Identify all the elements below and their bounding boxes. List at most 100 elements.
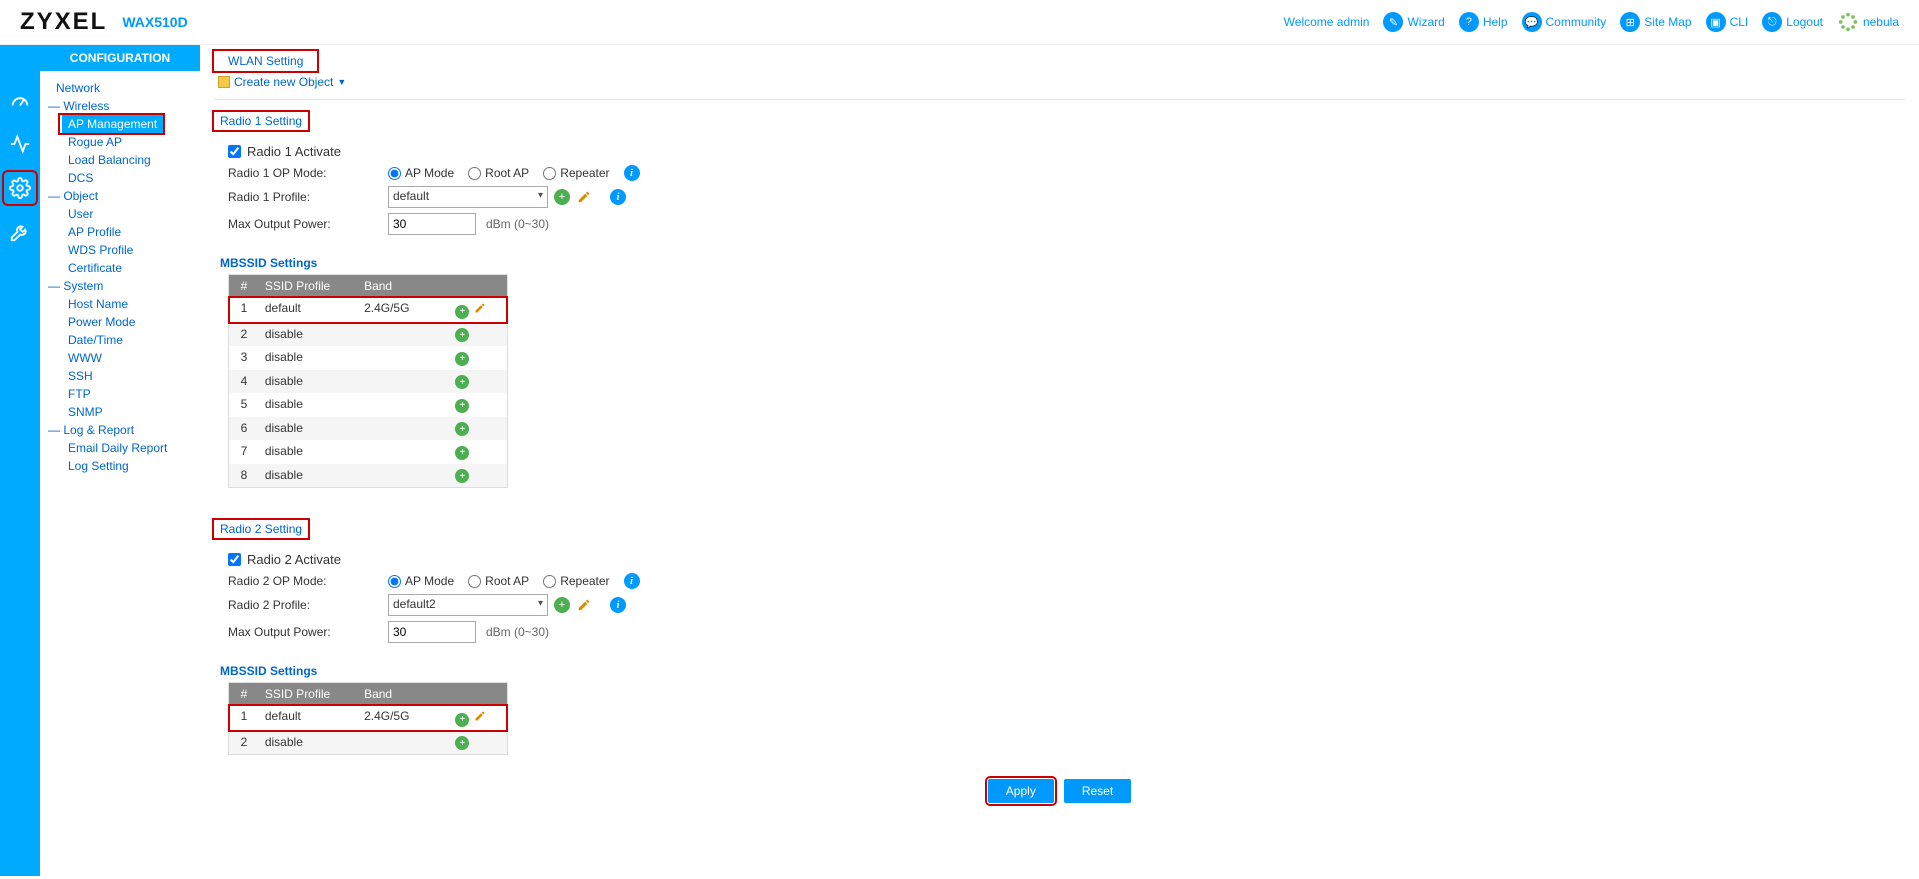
table-row[interactable]: 7disable+ (229, 440, 507, 464)
table-row[interactable]: 6disable+ (229, 417, 507, 441)
row-edit-icon[interactable] (473, 709, 487, 723)
sidebar-item-ap-management[interactable]: AP Management (62, 115, 163, 133)
sidebar: CONFIGURATION Network Wireless AP Manage… (40, 45, 200, 876)
radio2-opmode-repeater[interactable]: Repeater (543, 574, 609, 588)
content: WLAN Setting Create new Object ▼ Radio 1… (200, 45, 1919, 876)
radio2-profile-edit-icon[interactable] (576, 597, 592, 613)
sidebar-group-log[interactable]: Log & Report (48, 421, 196, 439)
header-left: ZYXEL WAX510D (20, 8, 188, 36)
row-add-icon[interactable]: + (455, 399, 469, 413)
radio1-power-input[interactable] (388, 213, 476, 235)
footer-buttons: Apply Reset (214, 767, 1905, 815)
radio2-profile-add-icon[interactable]: + (554, 597, 570, 613)
radio2-power-input[interactable] (388, 621, 476, 643)
sitemap-link[interactable]: ⊞Site Map (1620, 12, 1691, 32)
row-band (358, 370, 449, 394)
sidebar-item-email-report[interactable]: Email Daily Report (60, 439, 196, 457)
wizard-link[interactable]: ✎Wizard (1383, 12, 1444, 32)
tab-wlan-setting[interactable]: WLAN Setting (214, 51, 317, 71)
table-row[interactable]: 2disable+ (229, 323, 507, 347)
apply-button[interactable]: Apply (988, 779, 1054, 803)
radio1-opmode-label: Radio 1 OP Mode: (228, 166, 388, 180)
table-row[interactable]: 3disable+ (229, 346, 507, 370)
row-add-icon[interactable]: + (455, 328, 469, 342)
sidebar-title: CONFIGURATION (40, 45, 200, 71)
sidebar-item-ap-profile[interactable]: AP Profile (60, 223, 196, 241)
sidebar-item-datetime[interactable]: Date/Time (60, 331, 196, 349)
sidebar-item-user[interactable]: User (60, 205, 196, 223)
sidebar-item-certificate[interactable]: Certificate (60, 259, 196, 277)
radio2-profile-select[interactable]: default2 (388, 594, 548, 616)
table-row[interactable]: 1default2.4G/5G+ (229, 297, 507, 323)
radio1-opmode-radios: AP Mode Root AP Repeater i (388, 165, 640, 181)
radio1-profile-add-icon[interactable]: + (554, 189, 570, 205)
radio2-opmode-ap-radio[interactable] (388, 575, 401, 588)
sidebar-item-wds-profile[interactable]: WDS Profile (60, 241, 196, 259)
radio1-profile-select[interactable]: default (388, 186, 548, 208)
radio2-activate-checkbox[interactable] (228, 553, 241, 566)
rail-maintenance-icon[interactable] (5, 217, 35, 247)
table-row[interactable]: 5disable+ (229, 393, 507, 417)
info-icon[interactable]: i (624, 165, 640, 181)
radio2-table-body: 1default2.4G/5G+2disable+ (229, 705, 507, 754)
table-header: # SSID Profile Band (229, 683, 507, 705)
radio2-opmode-root-radio[interactable] (468, 575, 481, 588)
radio2-form: Radio 2 Activate Radio 2 OP Mode: AP Mod… (214, 552, 1905, 654)
logout-link[interactable]: ⎋Logout (1762, 12, 1823, 32)
radio1-activate-checkbox[interactable] (228, 145, 241, 158)
table-row[interactable]: 8disable+ (229, 464, 507, 488)
row-add-icon[interactable]: + (455, 713, 469, 727)
sidebar-item-hostname[interactable]: Host Name (60, 295, 196, 313)
cli-link[interactable]: ▣CLI (1706, 12, 1749, 32)
sidebar-item-www[interactable]: WWW (60, 349, 196, 367)
radio1-opmode-repeater-radio[interactable] (543, 167, 556, 180)
row-add-icon[interactable]: + (455, 446, 469, 460)
sidebar-item-rogue-ap[interactable]: Rogue AP (60, 133, 196, 151)
row-add-icon[interactable]: + (455, 422, 469, 436)
radio2-opmode-root[interactable]: Root AP (468, 574, 529, 588)
radio2-section-title: Radio 2 Setting (214, 520, 308, 538)
radio1-profile-edit-icon[interactable] (576, 189, 592, 205)
row-index: 2 (229, 323, 259, 347)
row-band (358, 346, 449, 370)
row-add-icon[interactable]: + (455, 469, 469, 483)
sidebar-item-load-balancing[interactable]: Load Balancing (60, 151, 196, 169)
sidebar-group-wireless[interactable]: Wireless (48, 97, 196, 115)
rail-dashboard-icon[interactable] (5, 85, 35, 115)
radio1-opmode-ap[interactable]: AP Mode (388, 166, 454, 180)
sidebar-item-dcs[interactable]: DCS (60, 169, 196, 187)
help-link[interactable]: ?Help (1459, 12, 1508, 32)
radio2-opmode-repeater-radio[interactable] (543, 575, 556, 588)
sidebar-item-log-setting[interactable]: Log Setting (60, 457, 196, 475)
row-add-icon[interactable]: + (455, 352, 469, 366)
row-edit-icon[interactable] (473, 301, 487, 315)
radio2-opmode-ap[interactable]: AP Mode (388, 574, 454, 588)
row-add-icon[interactable]: + (455, 305, 469, 319)
table-row[interactable]: 4disable+ (229, 370, 507, 394)
radio1-opmode-repeater[interactable]: Repeater (543, 166, 609, 180)
community-link[interactable]: 💬Community (1522, 12, 1607, 32)
info-icon[interactable]: i (610, 597, 626, 613)
sidebar-item-network[interactable]: Network (48, 79, 196, 97)
info-icon[interactable]: i (610, 189, 626, 205)
row-add-icon[interactable]: + (455, 736, 469, 750)
radio1-opmode-root-radio[interactable] (468, 167, 481, 180)
table-row[interactable]: 2disable+ (229, 731, 507, 755)
reset-button[interactable]: Reset (1064, 779, 1131, 803)
radio1-opmode-ap-radio[interactable] (388, 167, 401, 180)
sidebar-item-power-mode[interactable]: Power Mode (60, 313, 196, 331)
row-add-icon[interactable]: + (455, 375, 469, 389)
rail-monitor-icon[interactable] (5, 129, 35, 159)
sidebar-group-system[interactable]: System (48, 277, 196, 295)
rail-configuration-icon[interactable] (5, 173, 35, 203)
info-icon[interactable]: i (624, 573, 640, 589)
create-new-object-button[interactable]: Create new Object ▼ (214, 73, 350, 91)
model-label: WAX510D (122, 14, 187, 30)
table-row[interactable]: 1default2.4G/5G+ (229, 705, 507, 731)
radio1-opmode-root[interactable]: Root AP (468, 166, 529, 180)
sidebar-item-ftp[interactable]: FTP (60, 385, 196, 403)
sidebar-item-snmp[interactable]: SNMP (60, 403, 196, 421)
nebula-link[interactable]: nebula (1837, 11, 1899, 33)
sidebar-item-ssh[interactable]: SSH (60, 367, 196, 385)
sidebar-group-object[interactable]: Object (48, 187, 196, 205)
